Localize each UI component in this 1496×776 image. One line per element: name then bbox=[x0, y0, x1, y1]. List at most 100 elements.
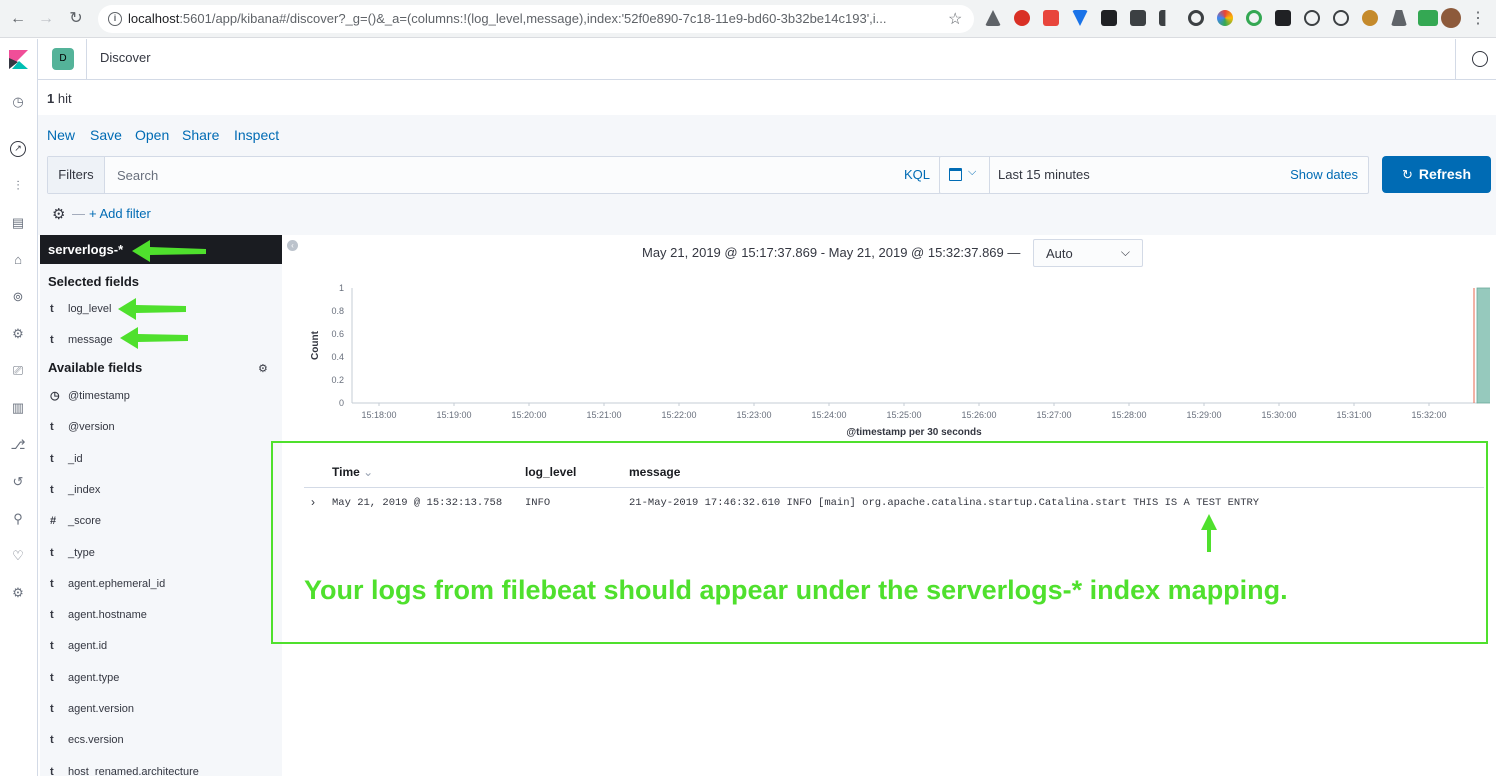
menu-dots-icon[interactable]: ⋮ bbox=[1468, 9, 1488, 29]
search-input[interactable] bbox=[106, 157, 882, 193]
hits-count: 1 hit bbox=[47, 91, 72, 106]
management-gear-icon[interactable]: ⚙ bbox=[10, 585, 26, 601]
x-tick-label: 15:19:00 bbox=[436, 410, 471, 420]
reload-icon[interactable]: ↻ bbox=[66, 9, 86, 29]
recent-clock-icon[interactable]: ◷ bbox=[10, 94, 26, 110]
cookie-extension-icon[interactable] bbox=[1362, 10, 1378, 26]
menu-inspect[interactable]: Inspect bbox=[234, 127, 279, 143]
field-name: @version bbox=[68, 421, 115, 434]
refresh-button[interactable]: ↻ Refresh bbox=[1382, 156, 1491, 193]
menu-share[interactable]: Share bbox=[182, 127, 219, 143]
forward-icon[interactable]: → bbox=[36, 9, 56, 29]
canvas-icon[interactable]: ⌂ bbox=[10, 252, 26, 268]
vue-extension-icon[interactable] bbox=[1072, 10, 1088, 26]
logs-icon[interactable]: ▥ bbox=[10, 400, 26, 416]
field-item[interactable]: t log_level bbox=[50, 301, 111, 317]
extension-icon[interactable] bbox=[1275, 10, 1291, 26]
y-axis-label: Count bbox=[310, 330, 321, 360]
extension-icon[interactable] bbox=[1188, 10, 1204, 26]
refresh-label: Refresh bbox=[1418, 166, 1472, 182]
x-tick-label: 15:31:00 bbox=[1336, 410, 1371, 420]
adblock-extension-icon[interactable] bbox=[1014, 10, 1030, 26]
kibana-side-nav: ◷ ↗ ⫶ ▤ ⌂ ⊚ ⚙ ⎚ ▥ ⎇ ↺ ⚲ ♡ ⚙ bbox=[0, 39, 38, 776]
filters-label[interactable]: Filters bbox=[48, 157, 105, 193]
x-tick-label: 15:27:00 bbox=[1036, 410, 1071, 420]
interval-select[interactable]: Auto ⌵ bbox=[1033, 239, 1143, 267]
browser-toolbar: ← → ↻ i localhost:5601/app/kibana#/disco… bbox=[0, 0, 1496, 38]
field-name: host_renamed.architecture bbox=[68, 765, 199, 776]
dashboard-icon[interactable]: ▤ bbox=[10, 215, 26, 231]
show-dates-link[interactable]: Show dates bbox=[1290, 167, 1358, 182]
date-range-label[interactable]: Last 15 minutes bbox=[998, 167, 1090, 182]
field-name: _index bbox=[68, 483, 101, 496]
profile-avatar[interactable] bbox=[1441, 8, 1461, 28]
dev-tools-icon[interactable]: ⚲ bbox=[10, 511, 26, 527]
beta-extension-icon[interactable] bbox=[1418, 10, 1438, 26]
field-name: _id bbox=[68, 452, 83, 465]
field-item[interactable]: t agent.type bbox=[50, 670, 119, 686]
add-filter-button[interactable]: + Add filter bbox=[89, 206, 151, 221]
extension-icon[interactable] bbox=[1333, 10, 1349, 26]
x-tick-label: 15:30:00 bbox=[1261, 410, 1296, 420]
field-item[interactable]: ◷ @timestamp bbox=[50, 388, 130, 404]
back-icon[interactable]: ← bbox=[8, 9, 28, 29]
quick-select-button[interactable]: ⌵ bbox=[940, 157, 990, 193]
infrastructure-icon[interactable]: ⎚ bbox=[10, 363, 26, 379]
monitoring-icon[interactable]: ♡ bbox=[10, 548, 26, 564]
calendar-icon bbox=[949, 168, 962, 181]
menu-open[interactable]: Open bbox=[135, 127, 169, 143]
info-icon[interactable]: i bbox=[108, 12, 122, 26]
field-type-icon: t bbox=[50, 609, 54, 622]
uptime-icon[interactable]: ↺ bbox=[10, 474, 26, 490]
field-item[interactable]: t @version bbox=[50, 419, 115, 435]
field-item[interactable]: t host_renamed.architecture bbox=[50, 764, 199, 776]
field-item[interactable]: t agent.version bbox=[50, 701, 134, 717]
selected-fields-title: Selected fields bbox=[48, 274, 140, 289]
color-extension-icon[interactable] bbox=[1217, 10, 1233, 26]
bookmark-star-icon[interactable]: ☆ bbox=[948, 9, 962, 29]
field-type-icon: t bbox=[50, 546, 54, 559]
help-icon[interactable] bbox=[1472, 51, 1488, 67]
app-header: D Discover bbox=[38, 39, 1496, 80]
extension-icon[interactable] bbox=[1304, 10, 1320, 26]
maps-icon[interactable]: ⊚ bbox=[10, 289, 26, 305]
field-item[interactable]: t message bbox=[50, 332, 113, 348]
menu-save[interactable]: Save bbox=[90, 127, 122, 143]
extension-icon[interactable] bbox=[1391, 10, 1407, 26]
field-item[interactable]: t agent.id bbox=[50, 638, 107, 654]
y-tick-label: 0.4 bbox=[331, 352, 344, 362]
field-item[interactable]: t _type bbox=[50, 545, 95, 561]
filter-settings-gear-icon[interactable]: ⚙ bbox=[52, 205, 65, 223]
field-item[interactable]: t agent.hostname bbox=[50, 607, 147, 623]
app-badge[interactable]: D bbox=[52, 48, 74, 70]
apm-icon[interactable]: ⎇ bbox=[10, 437, 26, 453]
field-item[interactable]: t _index bbox=[50, 482, 100, 498]
field-item[interactable]: t ecs.version bbox=[50, 732, 124, 748]
menu-new[interactable]: New bbox=[47, 127, 75, 143]
field-item[interactable]: t _id bbox=[50, 451, 83, 467]
extension-icon[interactable] bbox=[1130, 10, 1146, 26]
field-item[interactable]: # _score bbox=[50, 513, 101, 529]
drive-extension-icon[interactable] bbox=[985, 10, 1001, 26]
collapse-sidebar-icon[interactable]: ‹ bbox=[287, 240, 298, 251]
react-extension-icon[interactable] bbox=[1101, 10, 1117, 26]
breadcrumb: Discover bbox=[100, 50, 151, 65]
ml-icon[interactable]: ⚙ bbox=[10, 326, 26, 342]
kibana-extension-icon[interactable] bbox=[1159, 10, 1166, 26]
field-item[interactable]: t agent.ephemeral_id bbox=[50, 576, 165, 592]
field-filter-gear-icon[interactable]: ⚙ bbox=[258, 362, 268, 375]
extension-icon[interactable] bbox=[1043, 10, 1059, 26]
extension-icon[interactable] bbox=[1246, 10, 1262, 26]
field-name: agent.hostname bbox=[68, 609, 147, 622]
kibana-logo-icon[interactable] bbox=[9, 50, 28, 69]
kql-toggle[interactable]: KQL bbox=[904, 167, 930, 182]
field-name: agent.version bbox=[68, 703, 135, 715]
visualize-icon[interactable]: ⫶ bbox=[10, 178, 26, 194]
refresh-icon: ↻ bbox=[1401, 167, 1413, 182]
x-tick-label: 15:24:00 bbox=[811, 410, 846, 420]
field-type-icon: ◷ bbox=[50, 390, 60, 402]
address-bar[interactable]: i localhost:5601/app/kibana#/discover?_g… bbox=[98, 5, 974, 33]
header-divider bbox=[1455, 39, 1456, 79]
x-tick-label: 15:29:00 bbox=[1186, 410, 1221, 420]
discover-compass-icon[interactable]: ↗ bbox=[10, 141, 26, 157]
